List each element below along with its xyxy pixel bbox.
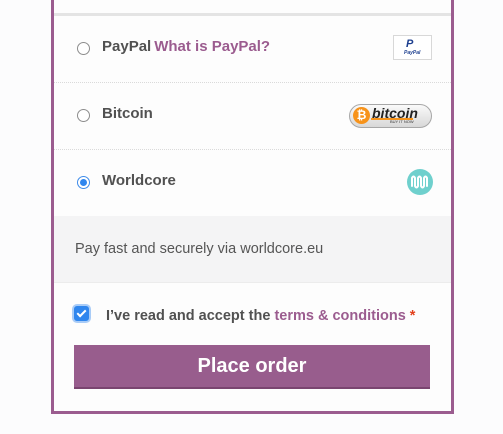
- checkout-payment-panel: PayPal What is PayPal? P PayPal Bitcoin ₿…: [51, 0, 454, 414]
- payment-method-label: PayPal What is PayPal?: [102, 38, 270, 55]
- payment-method-paypal[interactable]: PayPal What is PayPal? P PayPal: [54, 16, 451, 83]
- paypal-label: PayPal: [102, 38, 152, 55]
- paypal-logo-text: PayPal: [404, 50, 421, 56]
- worldcore-logo-icon: [407, 169, 433, 195]
- worldcore-description-box: Pay fast and securely via worldcore.eu: [54, 216, 451, 283]
- worldcore-label: Worldcore: [102, 172, 176, 189]
- section-divider: [54, 0, 451, 16]
- required-mark: *: [409, 308, 416, 324]
- payment-method-bitcoin[interactable]: Bitcoin ₿ bitcoin BUY IT NOW: [54, 83, 451, 150]
- what-is-paypal-link[interactable]: What is PayPal?: [154, 38, 270, 55]
- terms-checkbox[interactable]: [74, 306, 89, 321]
- worldcore-radio[interactable]: [77, 176, 90, 189]
- bitcoin-label: Bitcoin: [102, 105, 153, 122]
- paypal-logo-icon: P PayPal: [393, 35, 432, 60]
- terms-link[interactable]: terms & conditions: [274, 308, 405, 324]
- bitcoin-logo-icon: ₿ bitcoin BUY IT NOW: [349, 104, 432, 128]
- paypal-radio[interactable]: [77, 42, 90, 55]
- bitcoin-radio[interactable]: [77, 109, 90, 122]
- payment-method-worldcore[interactable]: Worldcore: [54, 150, 451, 216]
- worldcore-description: Pay fast and securely via worldcore.eu: [75, 241, 324, 257]
- place-order-button[interactable]: Place order: [74, 345, 430, 389]
- terms-label: I’ve read and accept the terms & conditi…: [106, 308, 416, 324]
- terms-row: I’ve read and accept the terms & conditi…: [54, 304, 451, 328]
- bitcoin-logo-subtext: BUY IT NOW: [390, 119, 414, 124]
